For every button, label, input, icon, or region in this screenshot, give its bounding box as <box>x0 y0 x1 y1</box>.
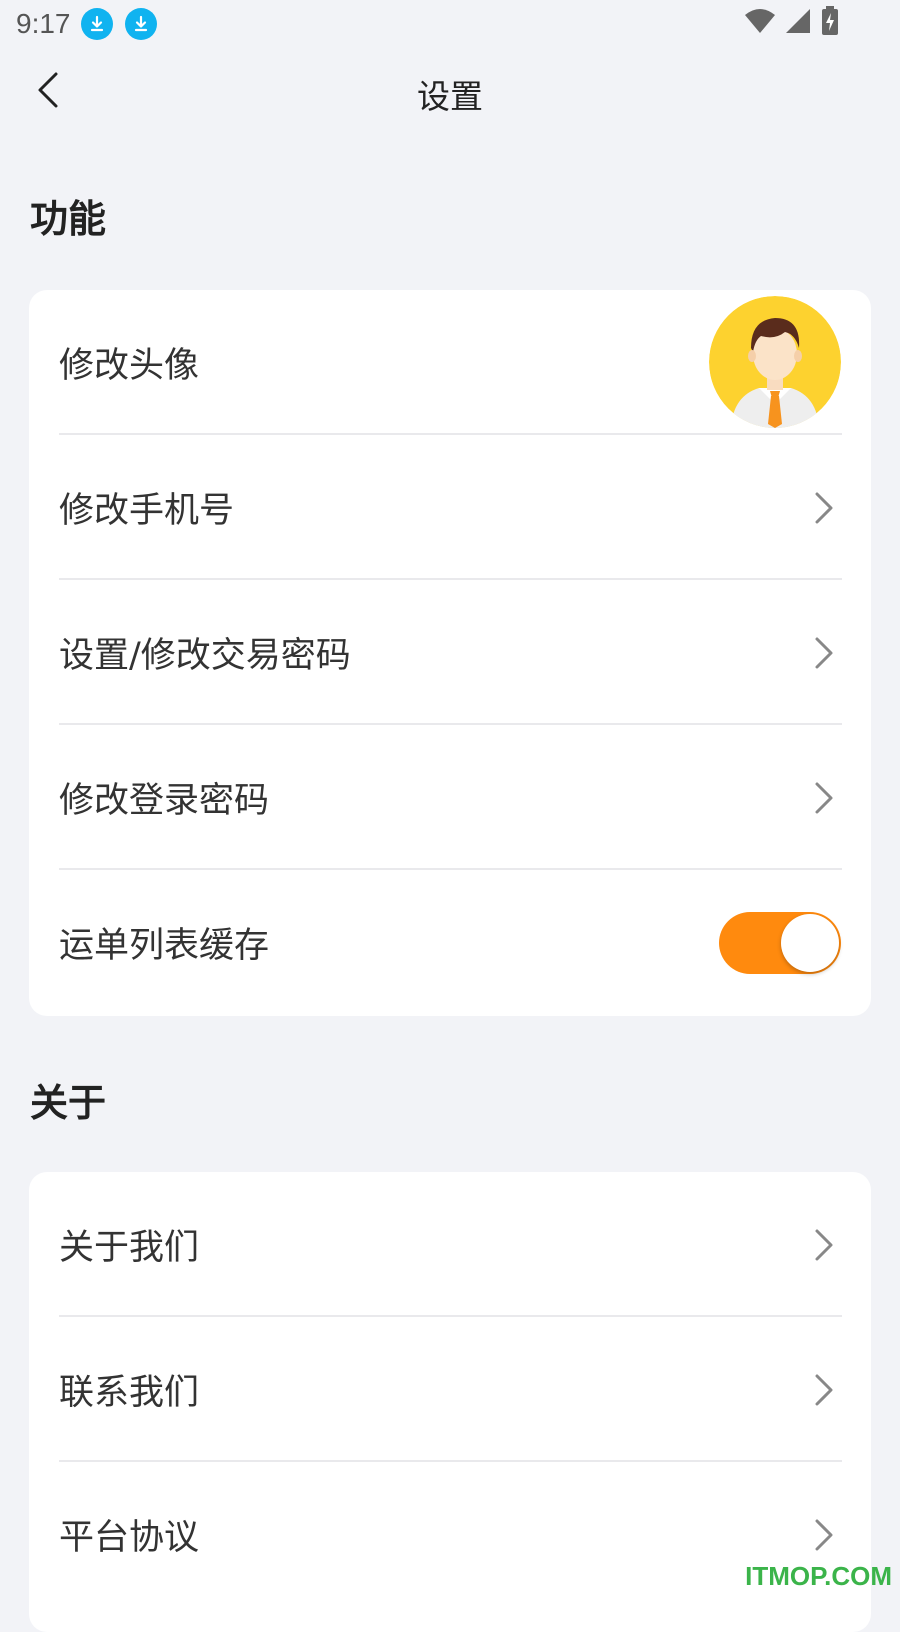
contact-us-row[interactable]: 联系我们 <box>29 1317 871 1462</box>
chevron-right-icon <box>813 1372 835 1408</box>
chevron-right-icon <box>813 1227 835 1263</box>
status-icons <box>744 6 840 36</box>
change-avatar-row[interactable]: 修改头像 <box>29 290 871 435</box>
waybill-cache-row: 运单列表缓存 <box>29 870 871 1015</box>
waybill-cache-toggle[interactable] <box>719 911 841 974</box>
wifi-icon <box>744 7 776 35</box>
row-label: 运单列表缓存 <box>59 926 270 966</box>
row-label: 修改登录密码 <box>59 781 270 821</box>
app-header: 设置 <box>0 60 900 124</box>
avatar[interactable] <box>709 296 841 428</box>
watermark: ITMOP.COM <box>745 1561 892 1591</box>
row-label: 修改头像 <box>59 346 200 386</box>
chevron-right-icon <box>813 635 835 671</box>
row-label: 关于我们 <box>59 1228 200 1268</box>
download-icon <box>125 8 157 40</box>
about-us-row[interactable]: 关于我们 <box>29 1172 871 1317</box>
status-time: 9:17 <box>16 8 71 39</box>
change-phone-row[interactable]: 修改手机号 <box>29 435 871 580</box>
row-label: 平台协议 <box>59 1518 200 1558</box>
section-title-about: 关于 <box>30 1081 107 1125</box>
row-label: 设置/修改交易密码 <box>59 636 351 676</box>
page-title: 设置 <box>417 77 483 116</box>
row-label: 修改手机号 <box>59 491 235 531</box>
battery-charging-icon <box>820 6 840 36</box>
download-icon <box>81 8 113 40</box>
row-label: 联系我们 <box>59 1373 200 1413</box>
features-card: 修改头像 修改手机号 设置/修改交易密码 修改登录密码 运单列表缓存 <box>29 290 871 1016</box>
trade-password-row[interactable]: 设置/修改交易密码 <box>29 580 871 725</box>
chevron-right-icon <box>813 490 835 526</box>
section-title-features: 功能 <box>30 197 107 241</box>
status-bar: 9:17 <box>0 0 900 48</box>
login-password-row[interactable]: 修改登录密码 <box>29 725 871 870</box>
chevron-right-icon <box>813 1517 835 1553</box>
chevron-right-icon <box>813 780 835 816</box>
toggle-knob <box>781 913 839 972</box>
signal-icon <box>784 7 812 35</box>
